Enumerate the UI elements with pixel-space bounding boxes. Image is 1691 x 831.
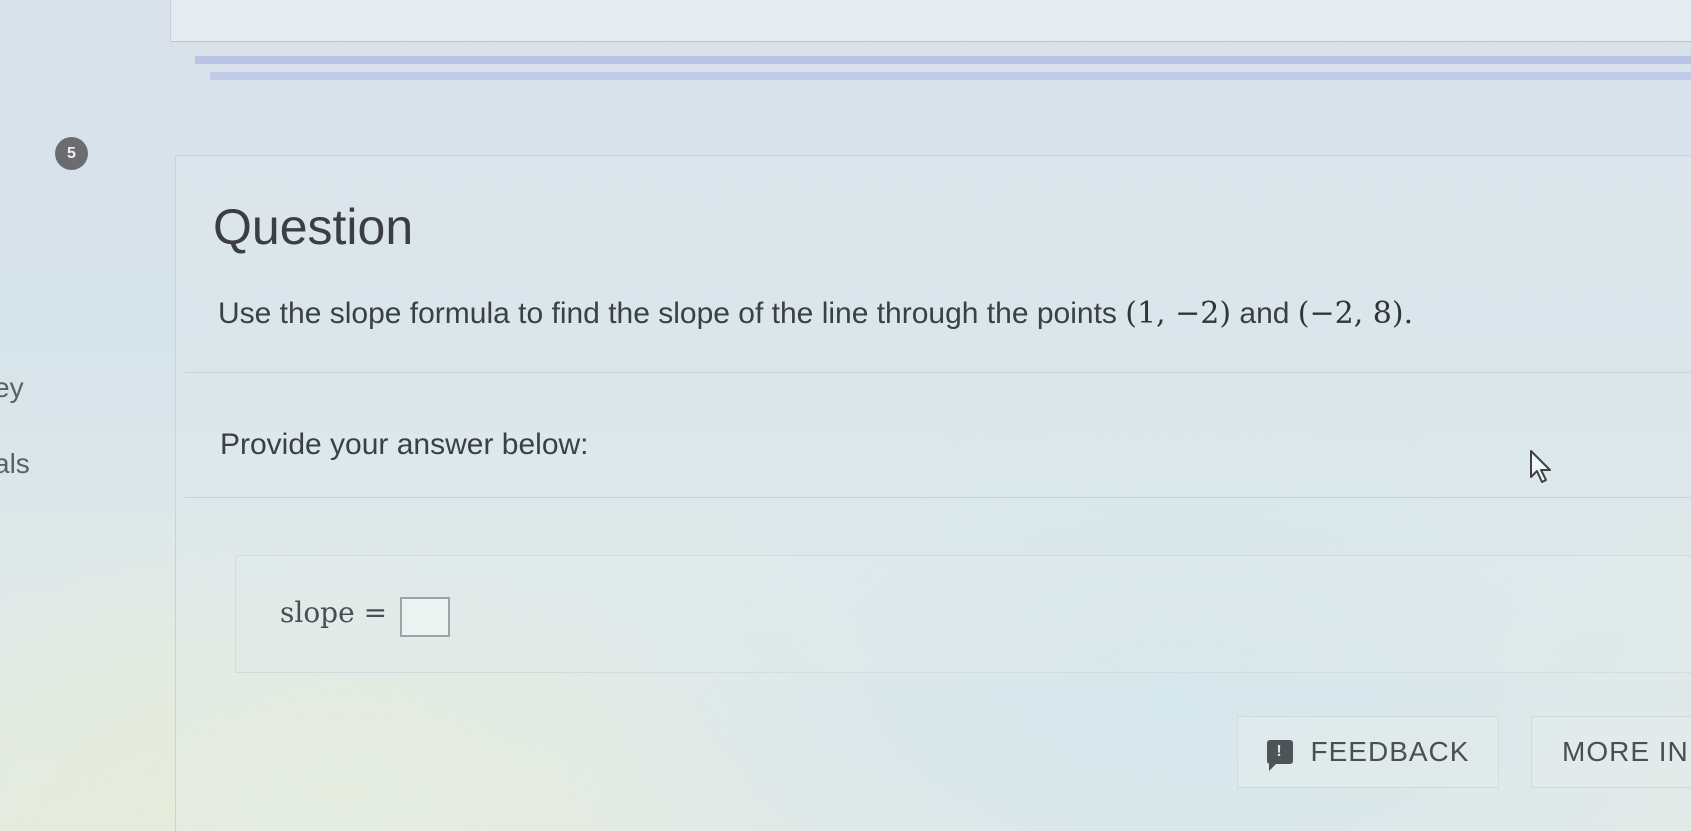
sidebar-item-fragment[interactable]: ey bbox=[0, 372, 24, 404]
question-number-badge: 5 bbox=[55, 137, 88, 170]
feedback-label: FEEDBACK bbox=[1310, 736, 1470, 767]
slope-input[interactable] bbox=[400, 597, 450, 637]
answer-area bbox=[235, 555, 1691, 673]
feedback-icon: ! bbox=[1266, 740, 1293, 771]
previous-question-card bbox=[170, 0, 1691, 42]
answer-prompt: Provide your answer below: bbox=[220, 428, 589, 461]
question-heading: Question bbox=[213, 199, 414, 255]
divider bbox=[185, 372, 1691, 373]
card-edge-line bbox=[195, 56, 1691, 64]
sidebar-item-fragment[interactable]: als bbox=[0, 448, 30, 480]
prompt-conjunction: and bbox=[1239, 297, 1290, 330]
more-info-button[interactable]: MORE IN bbox=[1531, 716, 1691, 788]
slope-label: slope = bbox=[280, 596, 388, 629]
point-1: (1, −2) bbox=[1125, 296, 1232, 331]
card-edge-line bbox=[210, 72, 1691, 80]
mouse-cursor-icon bbox=[1530, 450, 1551, 483]
more-info-label: MORE IN bbox=[1562, 736, 1689, 767]
point-2: (−2, 8). bbox=[1297, 296, 1414, 331]
prompt-text: Use the slope formula to find the slope … bbox=[218, 297, 1117, 330]
feedback-button[interactable]: ! FEEDBACK bbox=[1237, 716, 1499, 788]
question-prompt: Use the slope formula to find the slope … bbox=[218, 296, 1413, 331]
divider bbox=[185, 497, 1691, 498]
